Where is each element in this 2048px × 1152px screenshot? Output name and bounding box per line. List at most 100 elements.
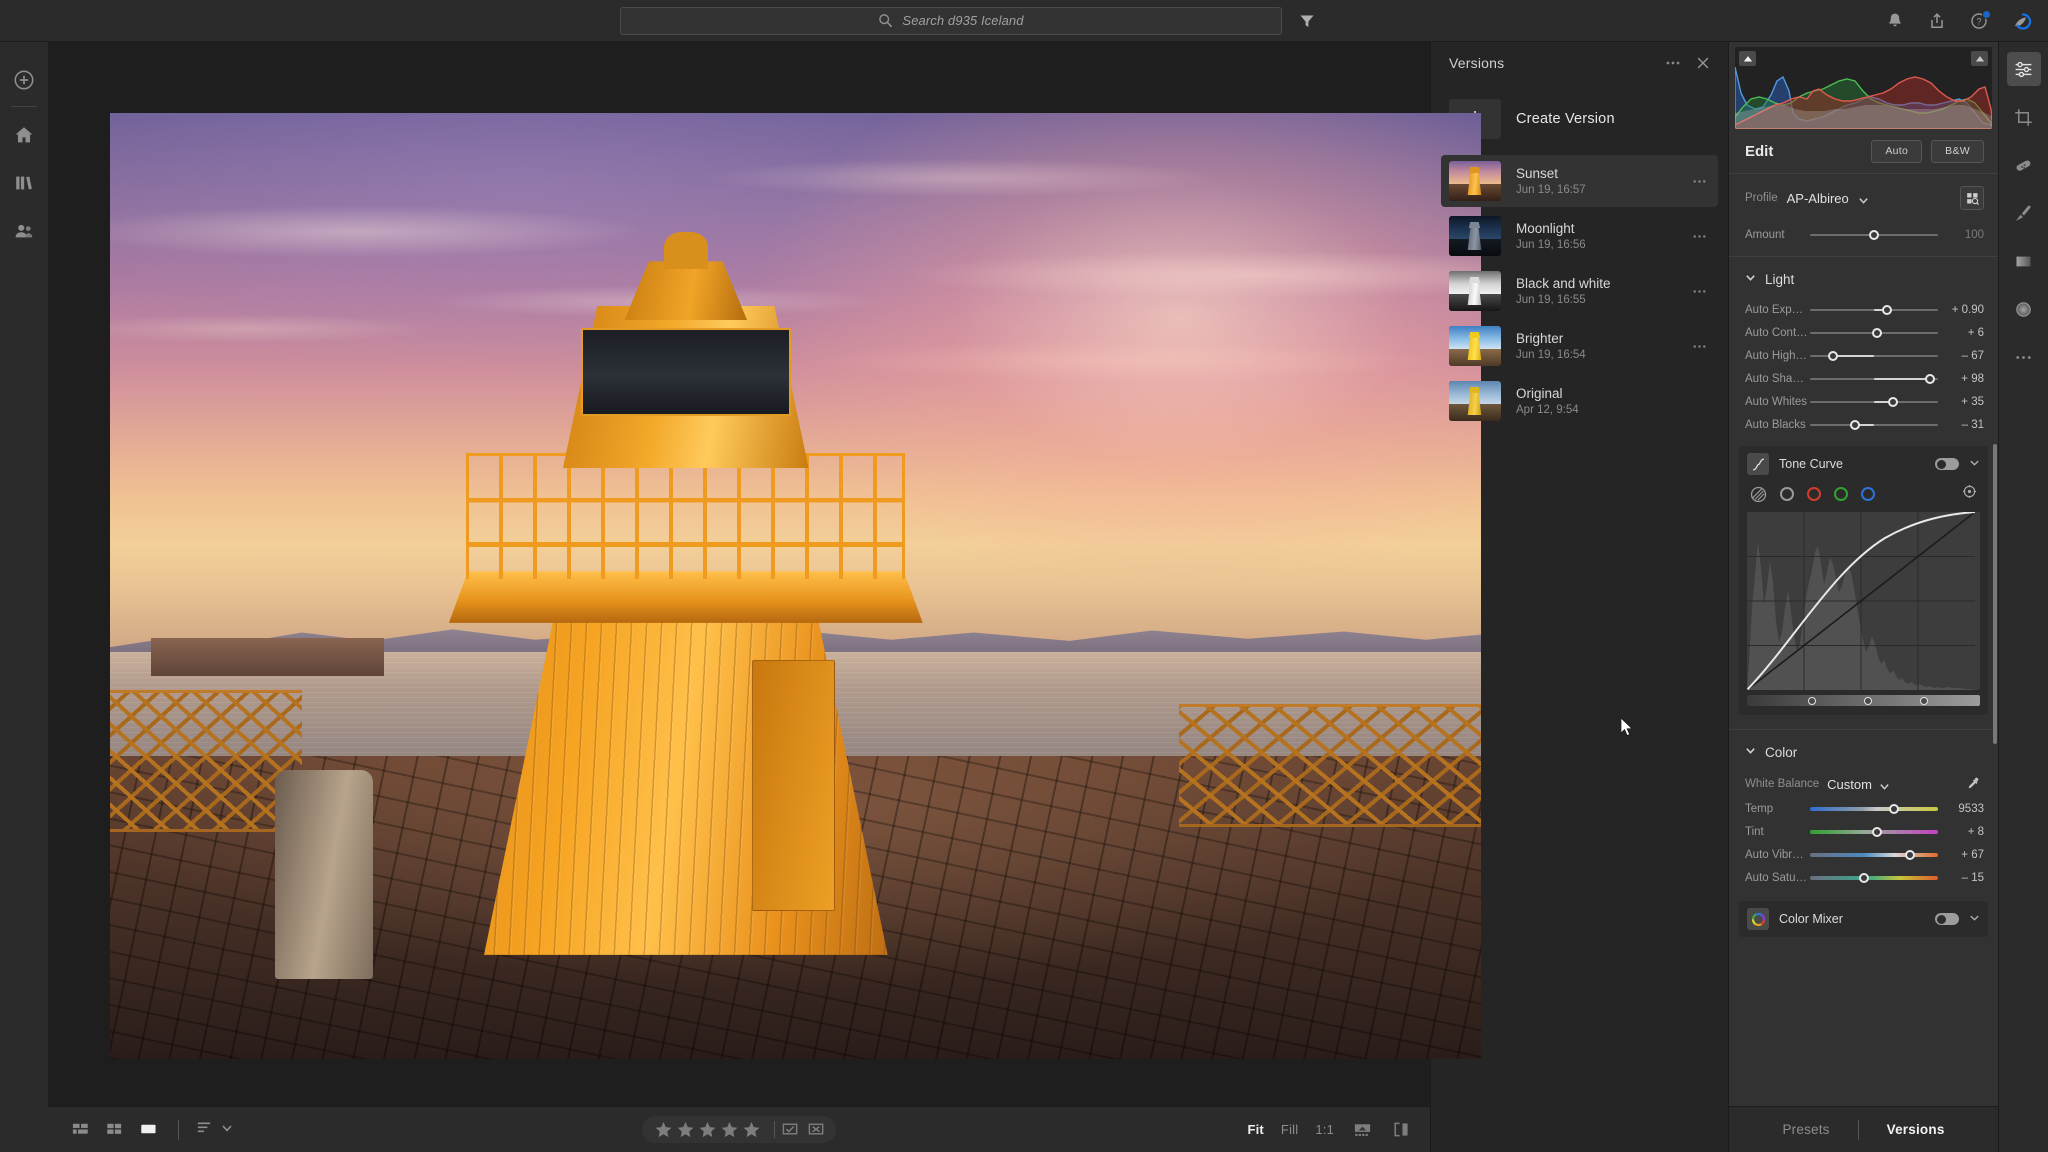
slider-knob[interactable] xyxy=(1858,872,1869,883)
chevron-down-icon[interactable] xyxy=(1969,910,1980,928)
auto-highlights-slider[interactable] xyxy=(1810,349,1938,363)
edit-panel-scrollbar[interactable] xyxy=(1993,444,1997,744)
sort-button[interactable] xyxy=(195,1118,233,1142)
tone-curve-toggle[interactable] xyxy=(1935,458,1959,470)
slider-knob[interactable] xyxy=(1904,849,1915,860)
slider-knob[interactable] xyxy=(1925,373,1936,384)
home-icon[interactable] xyxy=(0,111,48,159)
linear-gradient-icon[interactable] xyxy=(2007,244,2041,278)
shadow-clipping-icon[interactable] xyxy=(1739,51,1756,66)
zoom-fill-button[interactable]: Fill xyxy=(1281,1122,1298,1137)
detail-view-icon[interactable] xyxy=(134,1117,162,1143)
version-row-moonlight[interactable]: Moonlight Jun 19, 16:56 xyxy=(1441,210,1718,262)
help-icon[interactable]: ? xyxy=(1968,10,1991,32)
temp-slider[interactable] xyxy=(1810,802,1938,816)
tone-curve-region-slider[interactable] xyxy=(1747,695,1980,706)
star-2-icon[interactable] xyxy=(676,1120,695,1139)
brush-icon[interactable] xyxy=(2007,196,2041,230)
notifications-bell-icon[interactable] xyxy=(1884,10,1906,32)
green-channel-icon[interactable] xyxy=(1834,487,1848,501)
star-4-icon[interactable] xyxy=(720,1120,739,1139)
auto-exposure-slider[interactable] xyxy=(1810,303,1938,317)
filmstrip-icon[interactable] xyxy=(1351,1120,1373,1140)
auto-whites-slider[interactable] xyxy=(1810,395,1938,409)
tone-curve-header[interactable]: Tone Curve xyxy=(1747,453,1980,475)
before-after-icon[interactable] xyxy=(1390,1120,1412,1140)
star-3-icon[interactable] xyxy=(698,1120,717,1139)
filter-funnel-icon[interactable] xyxy=(1296,10,1318,32)
auto-shadows-slider[interactable] xyxy=(1810,372,1938,386)
tab-versions[interactable]: Versions xyxy=(1859,1122,1973,1137)
square-grid-view-icon[interactable] xyxy=(100,1117,128,1143)
edit-scroll-area[interactable]: Profile AP-Albireo Amount 100 Light Auto… xyxy=(1729,174,1998,1106)
slider-knob[interactable] xyxy=(1881,304,1892,315)
photo-canvas[interactable] xyxy=(48,42,1481,1106)
auto-saturation-slider[interactable] xyxy=(1810,871,1938,885)
eyedropper-icon[interactable] xyxy=(1962,773,1984,795)
region-handle-midtones[interactable] xyxy=(1864,696,1873,705)
white-balance-value[interactable]: Custom xyxy=(1827,777,1872,792)
auto-button[interactable]: Auto xyxy=(1871,139,1923,163)
version-more-icon[interactable] xyxy=(1688,335,1710,357)
highlight-clipping-icon[interactable] xyxy=(1971,51,1988,66)
photo-viewer[interactable] xyxy=(110,113,1481,1059)
version-more-icon[interactable] xyxy=(1688,225,1710,247)
auto-blacks-slider[interactable] xyxy=(1810,418,1938,432)
shared-icon[interactable] xyxy=(0,207,48,255)
more-options-icon[interactable] xyxy=(1662,52,1684,74)
version-row-brighter[interactable]: Brighter Jun 19, 16:54 xyxy=(1441,320,1718,372)
grid-view-icon[interactable] xyxy=(66,1117,94,1143)
zoom-fit-button[interactable]: Fit xyxy=(1247,1122,1263,1137)
more-tools-icon[interactable] xyxy=(2007,340,2041,374)
search-input[interactable]: Search d935 Iceland xyxy=(620,6,1282,35)
amount-slider[interactable] xyxy=(1810,228,1938,242)
chevron-down-icon[interactable] xyxy=(1969,455,1980,473)
slider-knob[interactable] xyxy=(1849,419,1860,430)
version-more-icon[interactable] xyxy=(1688,280,1710,302)
slider-knob[interactable] xyxy=(1871,327,1882,338)
version-row-sunset[interactable]: Sunset Jun 19, 16:57 xyxy=(1441,155,1718,207)
account-avatar-icon[interactable] xyxy=(2010,8,2036,34)
library-icon[interactable] xyxy=(0,159,48,207)
chevron-down-icon[interactable] xyxy=(1879,779,1890,790)
radial-gradient-icon[interactable] xyxy=(2007,292,2041,326)
blue-channel-icon[interactable] xyxy=(1861,487,1875,501)
create-version-button[interactable]: Create Version xyxy=(1441,92,1718,146)
close-icon[interactable] xyxy=(1692,52,1714,74)
healing-brush-icon[interactable] xyxy=(2007,148,2041,182)
zoom-1to1-button[interactable]: 1:1 xyxy=(1315,1122,1334,1137)
tab-presets[interactable]: Presets xyxy=(1754,1122,1857,1137)
flag-pick-icon[interactable] xyxy=(780,1120,801,1139)
share-icon[interactable] xyxy=(1926,10,1948,32)
slider-knob[interactable] xyxy=(1828,350,1839,361)
light-section-header[interactable]: Light xyxy=(1729,257,1998,298)
auto-vibrance-slider[interactable] xyxy=(1810,848,1938,862)
color-mixer-toggle[interactable] xyxy=(1935,913,1959,925)
color-section-header[interactable]: Color xyxy=(1729,730,1998,771)
version-row-black-and-white[interactable]: Black and white Jun 19, 16:55 xyxy=(1441,265,1718,317)
chevron-down-icon[interactable] xyxy=(1858,193,1869,204)
red-channel-icon[interactable] xyxy=(1807,487,1821,501)
slider-knob[interactable] xyxy=(1869,229,1879,240)
region-handle-highlights[interactable] xyxy=(1920,696,1929,705)
color-mixer-module[interactable]: Color Mixer xyxy=(1739,901,1988,937)
profile-value[interactable]: AP-Albireo xyxy=(1787,191,1849,206)
bw-button[interactable]: B&W xyxy=(1931,139,1984,163)
version-row-original[interactable]: Original Apr 12, 9:54 xyxy=(1441,375,1718,427)
parametric-curve-icon[interactable] xyxy=(1750,486,1767,503)
tint-slider[interactable] xyxy=(1810,825,1938,839)
flag-reject-icon[interactable] xyxy=(806,1120,827,1139)
add-photos-icon[interactable] xyxy=(0,56,48,104)
slider-knob[interactable] xyxy=(1888,396,1899,407)
profile-browser-icon[interactable] xyxy=(1960,186,1984,210)
star-rating[interactable] xyxy=(646,1120,769,1139)
star-5-icon[interactable] xyxy=(742,1120,761,1139)
edit-sliders-icon[interactable] xyxy=(2006,52,2041,86)
star-1-icon[interactable] xyxy=(654,1120,673,1139)
auto-contrast-slider[interactable] xyxy=(1810,326,1938,340)
slider-knob[interactable] xyxy=(1889,803,1900,814)
version-more-icon[interactable] xyxy=(1688,170,1710,192)
slider-knob[interactable] xyxy=(1871,826,1882,837)
crop-icon[interactable] xyxy=(2007,100,2041,134)
tone-curve-graph[interactable] xyxy=(1747,512,1980,690)
